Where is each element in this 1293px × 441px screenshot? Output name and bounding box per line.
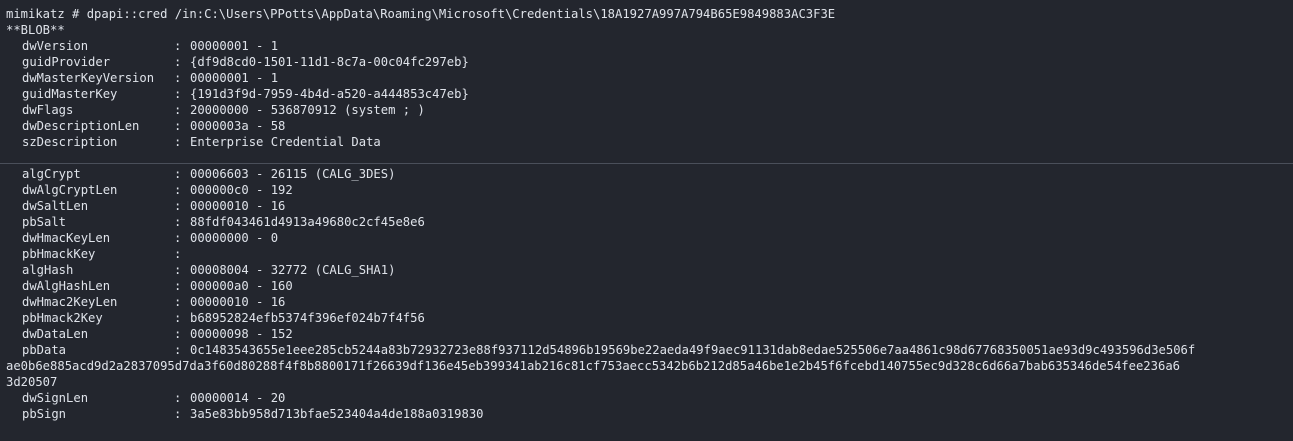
field-pbHmack2Key: pbHmack2Key: b68952824efb5374f396ef024b7f… [22, 311, 425, 325]
section-divider [0, 163, 1293, 164]
field-guidProvider: guidProvider: {df9d8cd0-1501-11d1-8c7a-00… [22, 55, 469, 69]
field-dwFlags: dwFlags:20000000 - 536870912 (system ; ) [22, 103, 425, 117]
field-pbSign: pbSign:3a5e83bb958d713bfae523404a4de188a… [22, 407, 484, 421]
field-szDescription: szDescription: Enterprise Credential Data [22, 135, 381, 149]
field-pbSalt: pbSalt:88fdf043461d4913a49680c2cf45e8e6 [22, 215, 425, 229]
pbData-continuation-2: 3d20507 [6, 375, 58, 389]
field-dwVersion: dwVersion:00000001 - 1 [22, 39, 279, 53]
command-line: mimikatz # dpapi::cred /in:C:\Users\PPot… [6, 7, 836, 21]
field-dwDescriptionLen: dwDescriptionLen:0000003a - 58 [22, 119, 286, 133]
field-dwMasterKeyVersion: dwMasterKeyVersion:00000001 - 1 [22, 71, 279, 85]
field-pbData: pbData:0c1483543655e1eee285cb5244a83b729… [22, 343, 1196, 357]
field-dwHmacKeyLen: dwHmacKeyLen:00000000 - 0 [22, 231, 279, 245]
field-algHash: algHash:00008004 - 32772 (CALG_SHA1) [22, 263, 396, 277]
field-dwSignLen: dwSignLen:00000014 - 20 [22, 391, 286, 405]
field-pbHmackKey: pbHmackKey: [22, 247, 182, 261]
field-dwDataLen: dwDataLen:00000098 - 152 [22, 327, 293, 341]
terminal-window[interactable]: mimikatz # dpapi::cred /in:C:\Users\PPot… [0, 0, 1293, 441]
field-dwSaltLen: dwSaltLen:00000010 - 16 [22, 199, 286, 213]
field-dwHmac2KeyLen: dwHmac2KeyLen:00000010 - 16 [22, 295, 286, 309]
blob-header: **BLOB** [6, 23, 65, 37]
field-dwAlgCryptLen: dwAlgCryptLen:000000c0 - 192 [22, 183, 293, 197]
field-guidMasterKey: guidMasterKey: {191d3f9d-7959-4b4d-a520-a… [22, 87, 469, 101]
field-dwAlgHashLen: dwAlgHashLen:000000a0 - 160 [22, 279, 293, 293]
field-algCrypt: algCrypt:00006603 - 26115 (CALG_3DES) [22, 167, 396, 181]
pbData-continuation-1: ae0b6e885acd9d2a2837095d7da3f60d80288f4f… [6, 359, 1180, 373]
